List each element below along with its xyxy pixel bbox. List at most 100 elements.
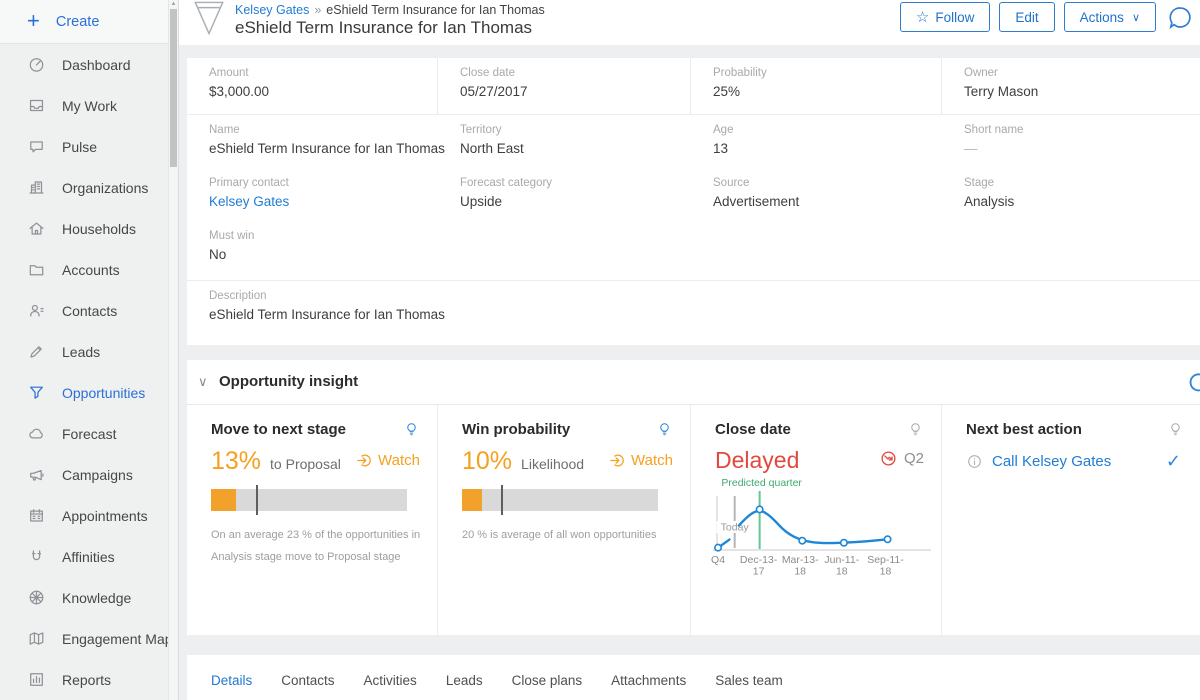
svg-text:Today: Today bbox=[721, 522, 750, 534]
feed-chat-icon[interactable] bbox=[1167, 4, 1194, 31]
cloud-icon bbox=[27, 424, 46, 443]
watch-icon bbox=[609, 452, 626, 469]
win-probability-bar-fill bbox=[462, 489, 482, 511]
watch-icon bbox=[356, 452, 373, 469]
sidebar-item-pulse[interactable]: Pulse bbox=[0, 126, 178, 167]
primary-contact-link[interactable]: Kelsey Gates bbox=[209, 194, 428, 209]
sidebar-item-my-work[interactable]: My Work bbox=[0, 85, 178, 126]
chat-bubble-icon bbox=[27, 137, 46, 156]
sidebar-item-dashboard[interactable]: Dashboard bbox=[0, 44, 178, 85]
next-best-action-link[interactable]: Call Kelsey Gates bbox=[992, 453, 1111, 470]
chevron-down-icon: ∨ bbox=[1132, 11, 1140, 24]
sidebar-item-create[interactable]: + Create bbox=[0, 0, 178, 44]
lightbulb-icon bbox=[656, 421, 673, 438]
delayed-quarter-group: Q2 bbox=[879, 449, 924, 468]
svg-text:Mar-13-18: Mar-13-18 bbox=[782, 554, 819, 578]
sidebar-item-contacts[interactable]: Contacts bbox=[0, 290, 178, 331]
magnet-icon bbox=[27, 547, 46, 566]
sidebar-item-forecast[interactable]: Forecast bbox=[0, 413, 178, 454]
actions-button[interactable]: Actions ∨ bbox=[1064, 2, 1156, 32]
lightbulb-icon bbox=[907, 421, 924, 438]
tab-close-plans[interactable]: Close plans bbox=[512, 673, 583, 688]
sidebar-item-leads[interactable]: Leads bbox=[0, 331, 178, 372]
win-probability-progress-bar bbox=[462, 489, 658, 511]
field-description: Description eShield Term Insurance for I… bbox=[187, 281, 438, 340]
field-age: Age 13 bbox=[691, 115, 942, 168]
inbox-tray-icon bbox=[27, 96, 46, 115]
sidebar-item-campaigns[interactable]: Campaigns bbox=[0, 454, 178, 495]
lightbulb-icon bbox=[1167, 421, 1184, 438]
move-to-next-stage-card: Move to next stage 13% to Proposal Watch bbox=[187, 405, 438, 635]
watch-button[interactable]: Watch bbox=[356, 452, 420, 469]
app: + Create Dashboard My Work Pulse Organiz… bbox=[0, 0, 1200, 700]
page-title: eShield Term Insurance for Ian Thomas bbox=[235, 18, 532, 38]
field-must-win: Must win No bbox=[187, 221, 438, 280]
tab-leads[interactable]: Leads bbox=[446, 673, 483, 688]
check-icon[interactable]: ✓ bbox=[1166, 451, 1181, 472]
svg-text:Q4: Q4 bbox=[711, 554, 725, 566]
collapse-chevron-icon[interactable]: ∨ bbox=[198, 374, 208, 390]
tab-details[interactable]: Details bbox=[211, 673, 252, 688]
field-forecast-category: Forecast category Upside bbox=[438, 168, 691, 221]
sidebar-item-households[interactable]: Households bbox=[0, 208, 178, 249]
move-stage-bar-fill bbox=[211, 489, 236, 511]
sidebar-scrollbar[interactable]: ▲ bbox=[168, 0, 178, 700]
svg-text:Dec-13-17: Dec-13-17 bbox=[740, 554, 778, 578]
scroll-up-arrow-icon[interactable]: ▲ bbox=[169, 1, 178, 7]
sidebar-item-accounts[interactable]: Accounts bbox=[0, 249, 178, 290]
field-stage: Stage Analysis bbox=[942, 168, 1200, 221]
tab-bar: Details Contacts Activities Leads Close … bbox=[187, 655, 1200, 688]
follow-button[interactable]: ☆ Follow bbox=[900, 2, 990, 32]
field-primary-contact: Primary contact Kelsey Gates bbox=[187, 168, 438, 221]
watch-button[interactable]: Watch bbox=[609, 452, 673, 469]
close-date-card: Close date Delayed Q2 TodayPredicted qua… bbox=[691, 405, 942, 635]
star-icon: ☆ bbox=[916, 8, 929, 26]
next-best-action-card: Next best action Call Kelsey Gates ✓ bbox=[942, 405, 1200, 635]
main-content: Kelsey Gates »eShield Term Insurance for … bbox=[178, 0, 1200, 700]
close-date-chart: Today Predicted quarter Q4 Dec-13-17Mar-13-… bbox=[705, 476, 940, 580]
win-probability-card: Win probability 10% Likelihood Watch bbox=[438, 405, 691, 635]
globe-icon bbox=[27, 588, 46, 607]
tab-activities[interactable]: Activities bbox=[364, 673, 417, 688]
pencil-icon bbox=[27, 342, 46, 361]
field-probability: Probability 25% bbox=[691, 58, 942, 114]
dashboard-icon bbox=[27, 55, 46, 74]
win-probability-percent: 10% bbox=[462, 447, 512, 476]
tab-attachments[interactable]: Attachments bbox=[611, 673, 686, 688]
folder-icon bbox=[27, 260, 46, 279]
move-stage-percent: 13% bbox=[211, 447, 261, 476]
win-probability-bar-marker bbox=[501, 485, 503, 515]
refresh-icon[interactable] bbox=[1187, 370, 1200, 393]
scrollbar-thumb[interactable] bbox=[170, 9, 177, 167]
sidebar-item-reports[interactable]: Reports bbox=[0, 659, 178, 700]
tab-sales-team[interactable]: Sales team bbox=[715, 673, 783, 688]
edit-button[interactable]: Edit bbox=[999, 2, 1054, 32]
info-icon[interactable] bbox=[966, 453, 983, 470]
sidebar-item-affinities[interactable]: Affinities bbox=[0, 536, 178, 577]
sidebar-item-appointments[interactable]: Appointments bbox=[0, 495, 178, 536]
sidebar-item-knowledge[interactable]: Knowledge bbox=[0, 577, 178, 618]
plus-icon: + bbox=[27, 10, 40, 32]
funnel-icon bbox=[27, 383, 46, 402]
svg-text:Predicted quarter: Predicted quarter bbox=[721, 477, 802, 489]
move-stage-caption: On an average 23 % of the opportunities … bbox=[211, 524, 437, 568]
field-source: Source Advertisement bbox=[691, 168, 942, 221]
breadcrumb-separator: » bbox=[314, 3, 321, 17]
tab-contacts[interactable]: Contacts bbox=[281, 673, 334, 688]
sidebar-item-engagement-map[interactable]: Engagement Map bbox=[0, 618, 178, 659]
sidebar-item-organizations[interactable]: Organizations bbox=[0, 167, 178, 208]
svg-text:Jun-11-18: Jun-11-18 bbox=[824, 554, 859, 578]
megaphone-icon bbox=[27, 465, 46, 484]
sidebar-item-opportunities[interactable]: Opportunities bbox=[0, 372, 178, 413]
breadcrumb-parent-link[interactable]: Kelsey Gates bbox=[235, 3, 309, 17]
field-short-name: Short name — bbox=[942, 115, 1200, 168]
create-label: Create bbox=[56, 14, 100, 30]
bar-chart-icon bbox=[27, 670, 46, 689]
opportunity-insight-panel: ∨ Opportunity insight Move to next stage… bbox=[187, 360, 1200, 635]
close-date-status: Delayed bbox=[715, 447, 799, 474]
breadcrumb: Kelsey Gates»eShield Term Insurance for … bbox=[235, 3, 545, 17]
win-probability-caption: 20 % is average of all won opportunities bbox=[462, 524, 690, 546]
move-stage-bar-marker bbox=[256, 485, 258, 515]
detail-tabs-card: Details Contacts Activities Leads Close … bbox=[187, 655, 1200, 700]
svg-text:Sep-11-18: Sep-11-18 bbox=[867, 554, 904, 578]
